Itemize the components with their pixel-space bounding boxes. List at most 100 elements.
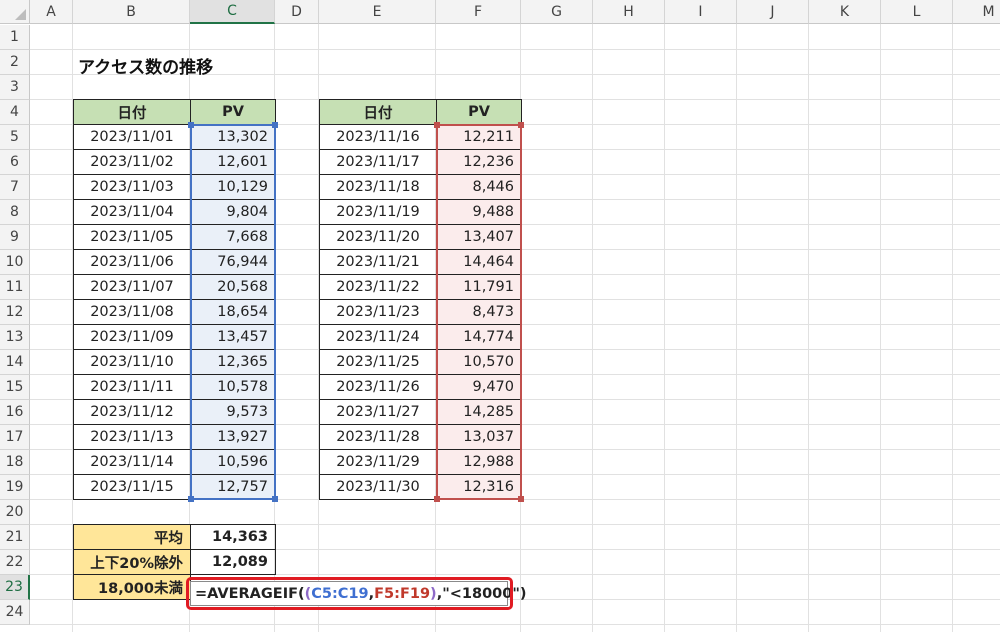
table_right-pv-cell[interactable]: 12,211 [436,124,522,150]
table_left-pv-cell[interactable]: 12,757 [190,474,276,500]
summary-label[interactable]: 18,000未満 [73,574,191,600]
row-header-12[interactable]: 12 [0,300,30,325]
table_right-date-cell[interactable]: 2023/11/24 [319,324,437,350]
table_left-pv-cell[interactable]: 12,601 [190,149,276,175]
range-handle[interactable] [272,122,278,128]
table_right-date-cell[interactable]: 2023/11/22 [319,274,437,300]
range-handle[interactable] [518,496,524,502]
sheet-title[interactable]: アクセス数の推移 [78,52,213,78]
table_left-pv-cell[interactable]: 20,568 [190,274,276,300]
table_left-pv-cell[interactable]: 13,457 [190,324,276,350]
column-header-j[interactable]: J [737,0,809,24]
table_right-date-cell[interactable]: 2023/11/29 [319,449,437,475]
row-header-5[interactable]: 5 [0,125,30,150]
table_left-header-date[interactable]: 日付 [73,99,191,125]
column-header-i[interactable]: I [665,0,737,24]
table_right-pv-cell[interactable]: 13,407 [436,224,522,250]
table_right-date-cell[interactable]: 2023/11/20 [319,224,437,250]
table_right-pv-cell[interactable]: 9,488 [436,199,522,225]
summary-value[interactable]: 12,089 [190,549,276,575]
table_left-pv-cell[interactable]: 13,927 [190,424,276,450]
table_left-date-cell[interactable]: 2023/11/11 [73,374,191,400]
column-header-m[interactable]: M [953,0,1000,24]
row-header-19[interactable]: 19 [0,475,30,500]
column-header-g[interactable]: G [521,0,593,24]
table_right-header-pv[interactable]: PV [436,99,522,125]
table_right-pv-cell[interactable]: 8,473 [436,299,522,325]
row-header-8[interactable]: 8 [0,200,30,225]
column-header-d[interactable]: D [275,0,319,24]
table_left-date-cell[interactable]: 2023/11/10 [73,349,191,375]
row-header-11[interactable]: 11 [0,275,30,300]
row-header-13[interactable]: 13 [0,325,30,350]
table_left-pv-cell[interactable]: 76,944 [190,249,276,275]
table_left-date-cell[interactable]: 2023/11/01 [73,124,191,150]
table_right-pv-cell[interactable]: 12,236 [436,149,522,175]
summary-value[interactable]: 14,363 [190,524,276,550]
row-header-3[interactable]: 3 [0,75,30,100]
row-header-24[interactable]: 24 [0,600,30,625]
row-header-18[interactable]: 18 [0,450,30,475]
table_right-pv-cell[interactable]: 14,774 [436,324,522,350]
table_right-date-cell[interactable]: 2023/11/18 [319,174,437,200]
table_right-date-cell[interactable]: 2023/11/23 [319,299,437,325]
row-header-10[interactable]: 10 [0,250,30,275]
table_left-date-cell[interactable]: 2023/11/07 [73,274,191,300]
range-handle[interactable] [188,122,194,128]
column-header-b[interactable]: B [73,0,190,24]
table_right-date-cell[interactable]: 2023/11/21 [319,249,437,275]
row-header-20[interactable]: 20 [0,500,30,525]
table_left-date-cell[interactable]: 2023/11/09 [73,324,191,350]
column-header-l[interactable]: L [881,0,953,24]
table_left-pv-cell[interactable]: 10,578 [190,374,276,400]
table_left-date-cell[interactable]: 2023/11/04 [73,199,191,225]
range-handle[interactable] [188,496,194,502]
row-header-1[interactable]: 1 [0,25,30,50]
table_right-pv-cell[interactable]: 12,316 [436,474,522,500]
table_right-pv-cell[interactable]: 11,791 [436,274,522,300]
table_left-date-cell[interactable]: 2023/11/03 [73,174,191,200]
row-header-23[interactable]: 23 [0,575,30,600]
table_right-date-cell[interactable]: 2023/11/28 [319,424,437,450]
table_left-pv-cell[interactable]: 13,302 [190,124,276,150]
table_right-date-cell[interactable]: 2023/11/26 [319,374,437,400]
table_left-pv-cell[interactable]: 12,365 [190,349,276,375]
table_left-date-cell[interactable]: 2023/11/05 [73,224,191,250]
row-header-6[interactable]: 6 [0,150,30,175]
table_left-pv-cell[interactable]: 18,654 [190,299,276,325]
column-header-a[interactable]: A [30,0,73,24]
table_right-date-cell[interactable]: 2023/11/30 [319,474,437,500]
table_right-pv-cell[interactable]: 13,037 [436,424,522,450]
table_left-pv-cell[interactable]: 9,573 [190,399,276,425]
summary-label[interactable]: 平均 [73,524,191,550]
table_right-date-cell[interactable]: 2023/11/16 [319,124,437,150]
spreadsheet[interactable]: A B C D E F G H I J K L M 1 2 3 4 5 6 7 8 9 10 11 12 13 14 15 16 17 18… [0,0,1000,632]
table_left-pv-cell[interactable]: 7,668 [190,224,276,250]
range-handle[interactable] [434,496,440,502]
table_right-pv-cell[interactable]: 14,285 [436,399,522,425]
column-header-e[interactable]: E [319,0,436,24]
table_right-pv-cell[interactable]: 10,570 [436,349,522,375]
select-all-corner[interactable] [0,0,30,24]
table_right-header-date[interactable]: 日付 [319,99,437,125]
table_left-date-cell[interactable]: 2023/11/08 [73,299,191,325]
column-header-h[interactable]: H [593,0,665,24]
table_right-date-cell[interactable]: 2023/11/27 [319,399,437,425]
row-header-4[interactable]: 4 [0,100,30,125]
table_right-pv-cell[interactable]: 12,988 [436,449,522,475]
table_right-date-cell[interactable]: 2023/11/25 [319,349,437,375]
table_left-date-cell[interactable]: 2023/11/06 [73,249,191,275]
column-header-c[interactable]: C [190,0,275,24]
table_left-date-cell[interactable]: 2023/11/15 [73,474,191,500]
range-handle[interactable] [434,122,440,128]
table_right-date-cell[interactable]: 2023/11/19 [319,199,437,225]
table_left-pv-cell[interactable]: 10,129 [190,174,276,200]
row-header-21[interactable]: 21 [0,525,30,550]
summary-label[interactable]: 上下20%除外 [73,549,191,575]
table_left-date-cell[interactable]: 2023/11/14 [73,449,191,475]
table_right-pv-cell[interactable]: 14,464 [436,249,522,275]
column-header-k[interactable]: K [809,0,881,24]
row-header-7[interactable]: 7 [0,175,30,200]
formula-cell-c23[interactable]: =AVERAGEIF((C5:C19, F5:F19) ,"<18000") [190,581,527,606]
row-header-22[interactable]: 22 [0,550,30,575]
